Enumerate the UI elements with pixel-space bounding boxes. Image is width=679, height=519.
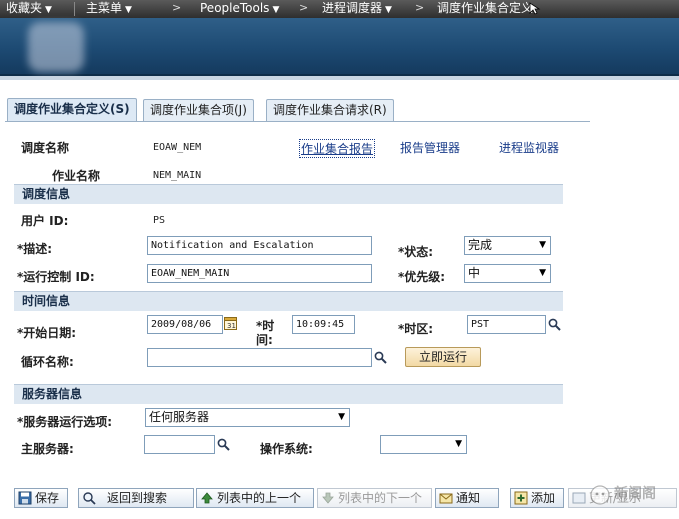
description-input[interactable]: Notification and Escalation <box>147 236 372 255</box>
nav-peopletools[interactable]: PeopleTools ▼ <box>200 0 279 18</box>
timezone-input[interactable]: PST <box>467 315 546 334</box>
priority-value: 中 <box>468 266 481 280</box>
header-banner <box>0 18 679 76</box>
nav-favorites-label: 收藏夹 <box>6 1 43 15</box>
dropdown-arrow-icon: ▼ <box>338 412 345 422</box>
caret-down-icon: ▼ <box>385 5 392 15</box>
notify-label: 通知 <box>456 491 481 505</box>
run-control-label: *运行控制 ID: <box>17 270 95 284</box>
arrow-up-icon <box>201 492 213 504</box>
add-label: 添加 <box>531 491 556 505</box>
run-now-button[interactable]: 立即运行 <box>405 347 481 367</box>
next-in-list-label: 列表中的下一个 <box>338 491 423 505</box>
header-stripe <box>0 76 679 80</box>
svg-text:31: 31 <box>227 322 236 330</box>
search-icon[interactable] <box>548 318 561 331</box>
os-label: 操作系统: <box>260 442 313 456</box>
notify-button[interactable]: 通知 <box>435 488 499 508</box>
update-display-icon <box>572 492 586 504</box>
caret-down-icon: ▼ <box>272 5 280 15</box>
time-label-line2: 间: <box>256 333 273 347</box>
search-icon[interactable] <box>217 438 230 451</box>
previous-in-list-button[interactable]: 列表中的上一个 <box>196 488 314 508</box>
nav-process-scheduler[interactable]: 进程调度器 ▼ <box>322 0 392 18</box>
nav-main-menu[interactable]: 主菜单 ▼ <box>86 0 132 18</box>
blurred-logo <box>28 22 84 72</box>
add-button[interactable]: 添加 <box>510 488 564 508</box>
schedule-name-label: 调度名称 <box>21 141 70 155</box>
server-run-option-select[interactable]: 任何服务器 ▼ <box>145 408 350 427</box>
nav-main-menu-label: 主菜单 <box>86 1 123 15</box>
save-button[interactable]: 保存 <box>14 488 68 508</box>
start-date-label: *开始日期: <box>17 326 77 340</box>
dropdown-arrow-icon: ▼ <box>455 439 462 449</box>
caret-down-icon: ▼ <box>45 5 52 15</box>
tab-jobset-requests[interactable]: 调度作业集合请求(R) <box>266 99 394 121</box>
tab-underline <box>5 121 590 122</box>
priority-label: *优先级: <box>398 270 446 284</box>
arrow-down-icon <box>322 492 334 504</box>
job-name-value: NEM_MAIN <box>153 170 202 181</box>
status-select[interactable]: 完成 ▼ <box>464 236 551 255</box>
job-name-label: 作业名称 <box>52 169 101 183</box>
time-label-line1: *时 <box>256 319 275 333</box>
section-server-info: 服务器信息 <box>14 384 563 404</box>
time-input[interactable]: 10:09:45 <box>292 315 355 334</box>
schedule-name-value: EOAW_NEM <box>153 142 202 153</box>
nav-peopletools-label: PeopleTools <box>200 1 270 15</box>
description-label: *描述: <box>17 242 53 256</box>
timezone-label: *时区: <box>398 322 434 336</box>
run-control-input[interactable]: EOAW_NEM_MAIN <box>147 264 372 283</box>
status-label: *状态: <box>398 245 434 259</box>
caret-down-icon: ▼ <box>125 5 132 15</box>
breadcrumb-separator: > <box>415 1 425 14</box>
primary-server-input[interactable] <box>144 435 215 454</box>
nav-favorites[interactable]: 收藏夹 ▼ <box>6 0 52 18</box>
dropdown-arrow-icon: ▼ <box>539 240 546 250</box>
server-run-option-label: *服务器运行选项: <box>17 415 113 429</box>
next-in-list-button[interactable]: 列表中的下一个 <box>317 488 432 508</box>
save-disk-icon <box>18 491 32 505</box>
jobset-report-link[interactable]: 作业集合报告 <box>299 139 376 158</box>
breadcrumb-separator: > <box>172 1 182 14</box>
process-monitor-link[interactable]: 进程监视器 <box>499 139 559 156</box>
previous-in-list-label: 列表中的上一个 <box>217 491 302 505</box>
calendar-icon[interactable]: 31 <box>224 316 237 330</box>
save-label: 保存 <box>35 491 60 505</box>
top-nav-bar: 收藏夹 ▼ 主菜单 ▼ > PeopleTools ▼ > 进程调度器 ▼ > 调度作业… <box>0 0 679 18</box>
search-icon[interactable] <box>374 351 387 364</box>
user-id-label: 用户 ID: <box>21 214 69 228</box>
server-run-option-value: 任何服务器 <box>149 410 210 424</box>
nav-current-page[interactable]: 调度作业集合定义 <box>437 0 533 16</box>
primary-server-label: 主服务器: <box>21 442 74 456</box>
tab-jobset-definition[interactable]: 调度作业集合定义(S) <box>7 98 137 122</box>
recurrence-input[interactable] <box>147 348 372 367</box>
status-value: 完成 <box>468 238 493 252</box>
breadcrumb-separator: > <box>299 1 309 14</box>
watermark-text: 新阁阁 <box>614 486 656 502</box>
nav-process-scheduler-label: 进程调度器 <box>322 1 383 15</box>
os-select[interactable]: ▼ <box>380 435 467 454</box>
dropdown-arrow-icon: ▼ <box>539 268 546 278</box>
tab-jobset-items[interactable]: 调度作业集合项(J) <box>143 99 254 121</box>
user-id-value: PS <box>153 215 166 226</box>
return-to-search-button[interactable]: 返回到搜索 <box>78 488 194 508</box>
recurrence-label: 循环名称: <box>21 355 74 369</box>
mouse-cursor-icon <box>529 2 541 15</box>
section-schedule-info: 调度信息 <box>14 184 563 204</box>
notify-envelope-icon <box>439 493 453 504</box>
add-icon <box>514 491 528 505</box>
priority-select[interactable]: 中 ▼ <box>464 264 551 283</box>
time-label: *时 间: <box>256 319 274 347</box>
report-manager-link[interactable]: 报告管理器 <box>400 139 460 156</box>
section-time-info: 时间信息 <box>14 291 563 311</box>
start-date-input[interactable]: 2009/08/06 <box>147 315 223 334</box>
return-to-search-label: 返回到搜索 <box>107 491 168 505</box>
nav-divider <box>74 2 75 16</box>
search-return-icon <box>83 492 96 505</box>
